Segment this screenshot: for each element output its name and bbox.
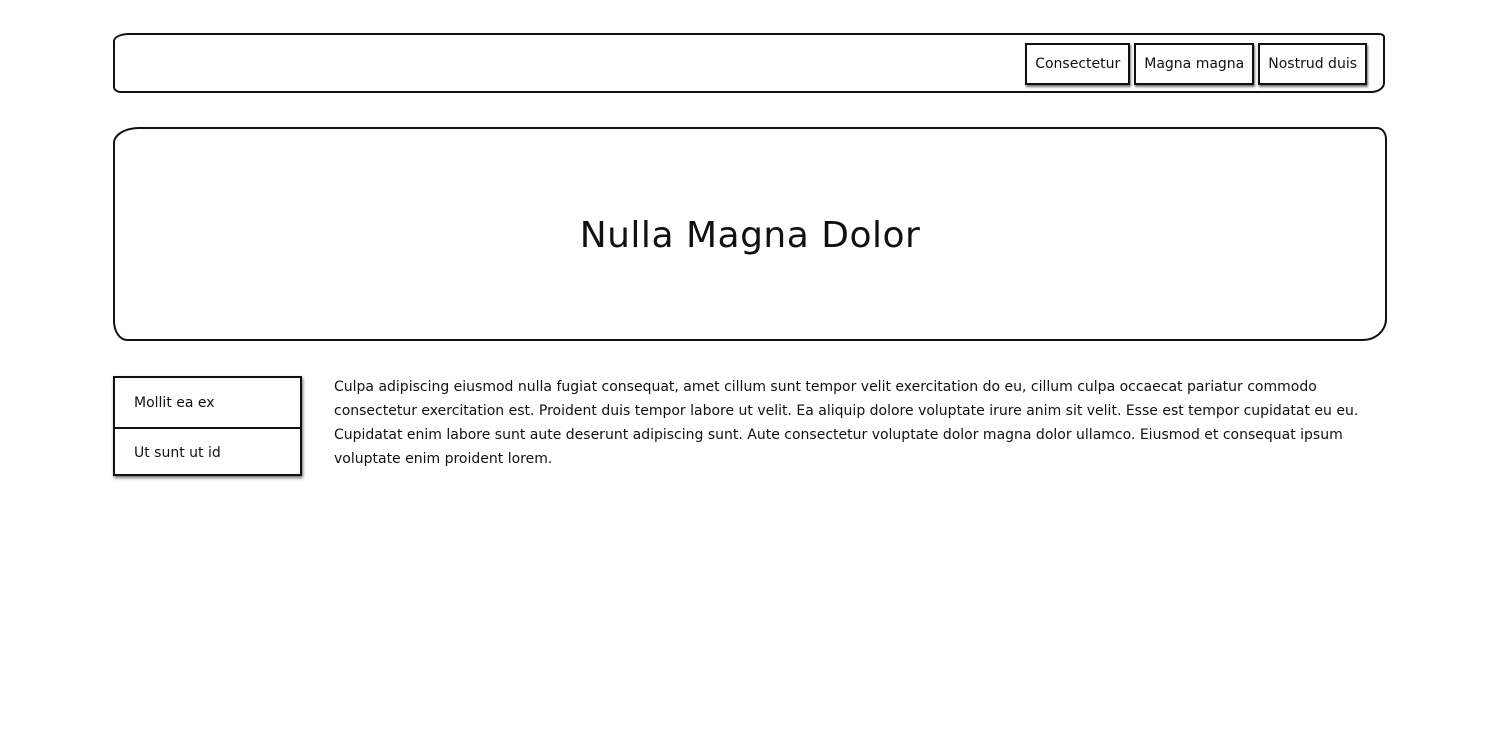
main-paragraph: Culpa adipiscing eiusmod nulla fugiat co… xyxy=(334,379,1359,467)
nav-button-magna-magna[interactable]: Magna magna xyxy=(1134,43,1255,85)
side-menu-item-ut-sunt-ut-id[interactable]: Ut sunt ut id xyxy=(115,427,300,476)
side-menu: Mollit ea ex Ut sunt ut id xyxy=(113,376,302,476)
nav-button-consectetur[interactable]: Consectetur xyxy=(1025,43,1131,85)
side-menu-item-mollit-ea-ex[interactable]: Mollit ea ex xyxy=(115,378,300,427)
top-nav: Consectetur Magna magna Nostrud duis xyxy=(1025,43,1367,85)
hero-title: Nulla Magna Dolor xyxy=(579,214,921,256)
top-navigation-bar: Consectetur Magna magna Nostrud duis xyxy=(113,33,1385,93)
hero-banner: Nulla Magna Dolor xyxy=(113,127,1387,341)
nav-button-nostrud-duis[interactable]: Nostrud duis xyxy=(1258,43,1367,85)
